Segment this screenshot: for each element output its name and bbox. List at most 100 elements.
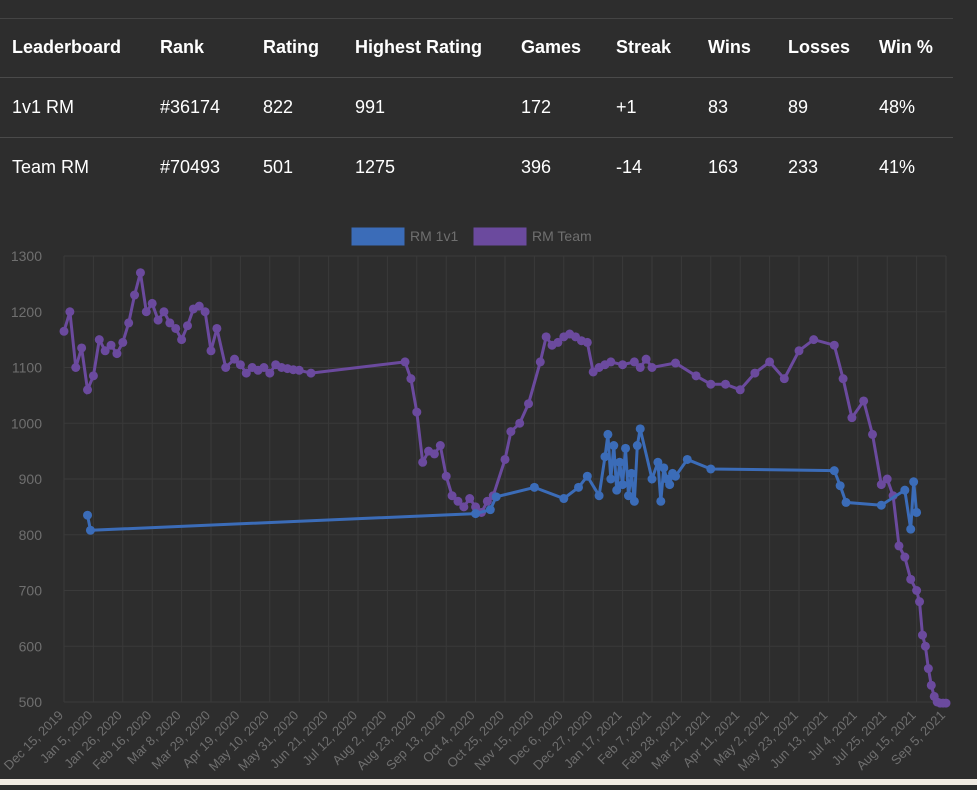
y-tick-label: 800 bbox=[19, 527, 43, 543]
data-point bbox=[606, 357, 616, 367]
data-point bbox=[859, 396, 869, 406]
data-point bbox=[721, 379, 730, 389]
data-point bbox=[609, 441, 619, 451]
y-tick-label: 1300 bbox=[11, 248, 42, 264]
data-point bbox=[691, 371, 701, 381]
data-point bbox=[159, 307, 169, 317]
data-point bbox=[106, 340, 116, 350]
data-point bbox=[65, 307, 75, 317]
cell-wins: 83 bbox=[708, 97, 729, 117]
data-point bbox=[594, 491, 604, 501]
y-tick-label: 900 bbox=[19, 471, 43, 487]
data-point bbox=[400, 357, 410, 367]
data-point bbox=[112, 349, 122, 359]
cell-losses: 89 bbox=[788, 97, 809, 117]
data-point bbox=[206, 346, 216, 356]
data-point bbox=[524, 399, 534, 409]
data-point bbox=[85, 525, 95, 535]
data-point bbox=[441, 471, 451, 481]
data-point bbox=[912, 586, 922, 595]
data-point bbox=[909, 477, 919, 487]
data-point bbox=[515, 418, 525, 428]
data-point bbox=[647, 363, 657, 372]
cell-leaderboard: 1v1 RM bbox=[12, 97, 75, 117]
data-point bbox=[88, 371, 98, 381]
data-point bbox=[135, 268, 145, 278]
data-point bbox=[418, 457, 428, 467]
data-point bbox=[906, 574, 916, 584]
leaderboard-table: Leaderboard Rank Rating Highest Rating G… bbox=[0, 0, 953, 197]
data-point bbox=[876, 500, 886, 510]
data-point bbox=[471, 509, 481, 519]
data-point bbox=[294, 365, 304, 375]
y-tick-label: 500 bbox=[19, 694, 43, 710]
legend-swatch bbox=[351, 227, 405, 246]
data-point bbox=[500, 454, 510, 464]
cell-rank: #70493 bbox=[160, 157, 221, 177]
data-point bbox=[900, 485, 910, 495]
data-point bbox=[124, 318, 134, 328]
col-games: Games bbox=[521, 37, 582, 57]
data-point bbox=[915, 597, 925, 607]
cell-rank: #36174 bbox=[160, 97, 221, 117]
cell-win-pct: 41% bbox=[879, 157, 916, 177]
data-point bbox=[920, 641, 930, 651]
data-point bbox=[559, 494, 569, 504]
data-point bbox=[882, 474, 892, 484]
data-point bbox=[838, 374, 848, 384]
data-point bbox=[77, 343, 87, 353]
data-point bbox=[829, 466, 839, 476]
data-point bbox=[621, 443, 631, 453]
data-point bbox=[656, 496, 666, 506]
data-point bbox=[926, 680, 936, 690]
data-point bbox=[906, 524, 916, 534]
data-point bbox=[941, 698, 951, 708]
data-point bbox=[582, 471, 592, 481]
cell-streak: +1 bbox=[616, 97, 637, 117]
data-point bbox=[141, 307, 151, 317]
data-point bbox=[735, 385, 745, 395]
data-point bbox=[671, 471, 681, 481]
table-top-border bbox=[0, 18, 953, 19]
data-point bbox=[794, 346, 804, 356]
col-rank: Rank bbox=[160, 37, 205, 57]
data-point bbox=[835, 481, 845, 491]
data-point bbox=[130, 290, 140, 300]
data-point bbox=[412, 407, 422, 417]
col-highest-rating: Highest Rating bbox=[355, 37, 483, 57]
data-point bbox=[71, 363, 81, 372]
data-point bbox=[641, 354, 651, 364]
data-point bbox=[606, 474, 616, 484]
data-point bbox=[912, 507, 922, 517]
cell-games: 172 bbox=[521, 97, 552, 117]
legend-label: RM 1v1 bbox=[410, 228, 458, 244]
series-line bbox=[86, 428, 919, 532]
y-tick-label: 1000 bbox=[11, 415, 42, 431]
data-point bbox=[485, 505, 495, 515]
data-point bbox=[153, 315, 163, 325]
data-point bbox=[635, 424, 645, 434]
data-point bbox=[83, 510, 93, 520]
data-point bbox=[917, 630, 927, 640]
legend-swatch bbox=[473, 227, 527, 246]
data-point bbox=[506, 427, 516, 437]
table-row: 1v1 RM #36174 822 991 172 +1 83 89 48% bbox=[0, 77, 953, 138]
data-point bbox=[841, 497, 851, 507]
data-point bbox=[435, 441, 445, 451]
data-point bbox=[829, 340, 839, 350]
data-point bbox=[618, 360, 628, 370]
cell-streak: -14 bbox=[616, 157, 643, 177]
data-point bbox=[809, 335, 819, 345]
data-point bbox=[923, 664, 933, 674]
data-point bbox=[626, 468, 636, 478]
data-point bbox=[59, 326, 69, 336]
data-point bbox=[200, 307, 210, 317]
data-point bbox=[665, 480, 675, 490]
data-point bbox=[671, 358, 681, 368]
legend-label: RM Team bbox=[532, 228, 592, 244]
data-point bbox=[618, 480, 628, 490]
cell-rating: 501 bbox=[263, 157, 294, 177]
data-point bbox=[118, 337, 128, 347]
data-point bbox=[632, 441, 642, 451]
data-point bbox=[615, 457, 625, 467]
